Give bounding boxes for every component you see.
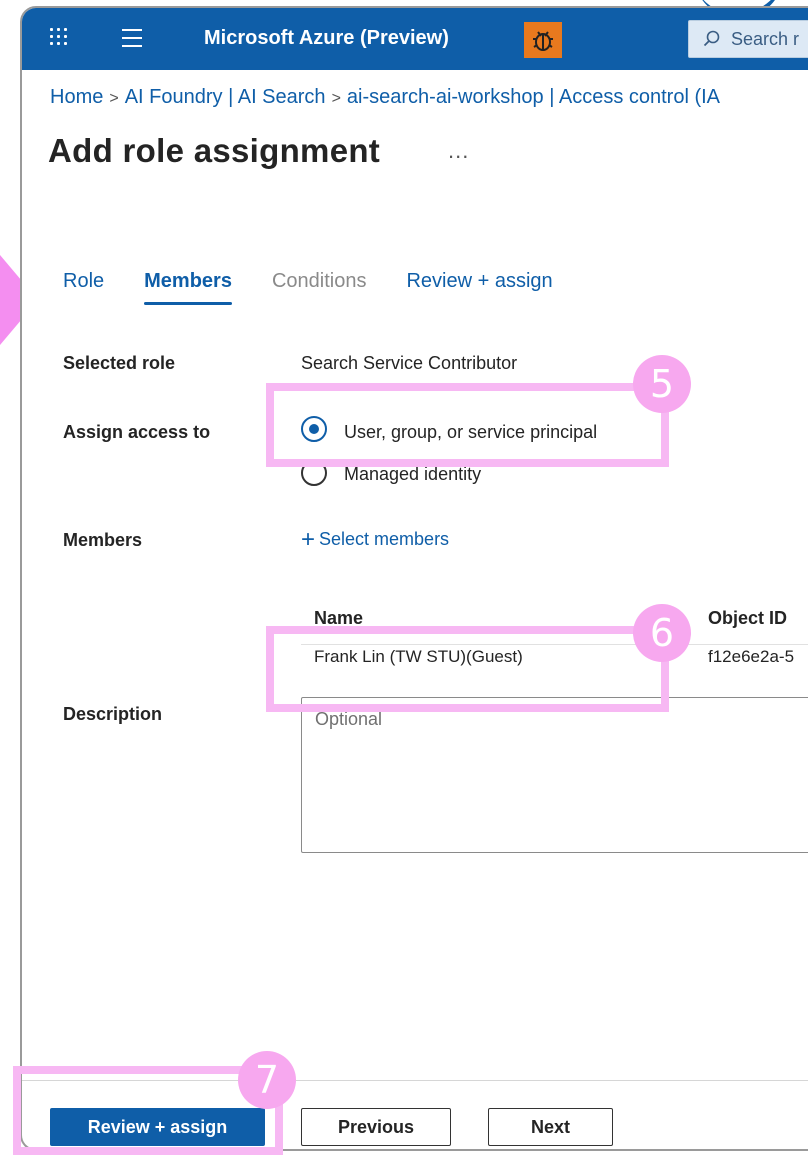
tab-role[interactable]: Role (63, 270, 104, 305)
bug-icon (533, 31, 553, 51)
members-label: Members (63, 530, 143, 550)
description-textarea[interactable]: Optional (301, 697, 808, 853)
preview-bug-button[interactable] (524, 22, 562, 58)
step-badge-6: 6 (633, 604, 691, 662)
description-label: Description (63, 704, 163, 724)
radio-managed-identity[interactable] (301, 460, 327, 486)
menu-icon[interactable] (122, 29, 142, 47)
tab-conditions: Conditions (271, 270, 367, 292)
breadcrumb-separator: > (331, 90, 341, 107)
breadcrumb-separator: > (109, 90, 119, 107)
breadcrumb-ai-foundry[interactable]: AI Foundry | AI Search (125, 86, 326, 108)
tab-members[interactable]: Members (144, 270, 232, 305)
page-title: Add role assignment (48, 132, 381, 169)
next-button[interactable]: Next (488, 1108, 613, 1146)
radio-managed-identity-label[interactable]: Managed identity (344, 464, 481, 485)
step-badge-7: 7 (238, 1051, 296, 1109)
member-object-id-cell: f12e6e2a-5 (708, 647, 795, 666)
radio-user-group-principal-label[interactable]: User, group, or service principal (344, 422, 597, 443)
selected-role-value: Search Service Contributor (301, 353, 518, 373)
breadcrumb-home[interactable]: Home (50, 86, 103, 108)
more-options-icon[interactable]: ... (448, 138, 469, 164)
previous-button[interactable]: Previous (301, 1108, 451, 1146)
top-navigation-bar: Microsoft Azure (Preview) Search r (22, 8, 808, 70)
tab-review-assign[interactable]: Review + assign (406, 270, 552, 305)
breadcrumb-access-control[interactable]: ai-search-ai-workshop | Access control (… (347, 86, 720, 108)
member-name-cell: Frank Lin (TW STU)(Guest) (314, 647, 523, 666)
select-members-label: Select members (319, 529, 450, 549)
global-search-input[interactable]: Search r (688, 20, 808, 58)
search-icon (703, 30, 720, 47)
step-badge-5: 5 (633, 355, 691, 413)
table-header-divider (301, 644, 808, 645)
plus-icon: + (301, 526, 316, 553)
app-title[interactable]: Microsoft Azure (Preview) (204, 27, 449, 50)
assign-access-label: Assign access to (63, 422, 211, 442)
portal-window: Microsoft Azure (Preview) Search r Home >… (20, 6, 808, 1151)
members-table-header-object-id: Object ID (708, 608, 788, 628)
search-placeholder: Search r (731, 28, 800, 49)
radio-user-group-principal[interactable] (301, 416, 327, 442)
review-assign-button[interactable]: Review + assign (50, 1108, 265, 1146)
wizard-tabs: Role Members Conditions Review + assign (63, 270, 593, 305)
app-launcher-icon[interactable] (50, 28, 70, 48)
breadcrumb: Home > AI Foundry | AI Search > ai-search-ai… (50, 86, 720, 109)
select-members-link[interactable]: + Select members (301, 526, 449, 554)
selected-role-label: Selected role (63, 353, 176, 373)
footer-divider (22, 1080, 808, 1081)
members-table-header-name: Name (314, 608, 364, 628)
